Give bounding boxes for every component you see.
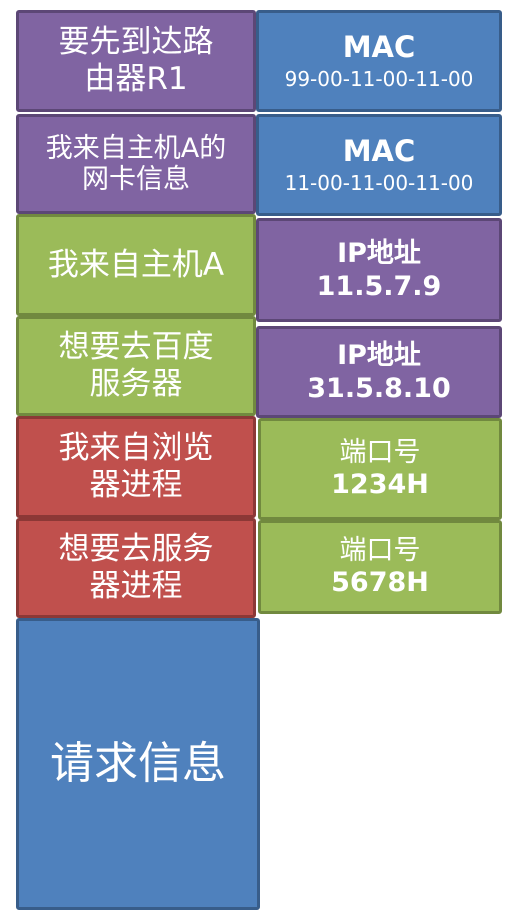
host-mac-box: MAC 11-00-11-00-11-00 [256, 114, 502, 216]
destination-ip-label: IP地址 [337, 340, 421, 371]
destination-server-box: 想要去百度 服务器 [16, 316, 256, 416]
destination-server-text: 想要去百度 服务器 [58, 329, 214, 402]
source-host-box: 我来自主机A [16, 214, 256, 316]
router-mac-value: 99-00-11-00-11-00 [284, 67, 474, 91]
source-browser-process-text: 我来自浏览 器进程 [58, 430, 214, 503]
destination-port-label: 端口号 [339, 535, 421, 566]
router-destination-box: 要先到达路 由器R1 [16, 10, 256, 112]
host-mac-value: 11-00-11-00-11-00 [284, 171, 474, 195]
destination-ip-value: 31.5.8.10 [307, 373, 451, 404]
destination-server-process-box: 想要去服务 器进程 [16, 518, 256, 618]
destination-port-value: 5678H [331, 567, 429, 598]
source-port-label: 端口号 [339, 437, 421, 468]
destination-server-process-text: 想要去服务 器进程 [58, 531, 214, 604]
router-mac-label: MAC [342, 30, 416, 64]
router-mac-box: MAC 99-00-11-00-11-00 [256, 10, 502, 112]
source-ip-box: IP地址 11.5.7.9 [256, 218, 502, 322]
request-info-text: 请求信息 [50, 738, 226, 789]
source-browser-process-box: 我来自浏览 器进程 [16, 416, 256, 518]
source-port-value: 1234H [331, 469, 429, 500]
source-ip-label: IP地址 [337, 238, 421, 269]
request-info-box: 请求信息 [16, 618, 260, 910]
source-port-box: 端口号 1234H [258, 418, 502, 520]
source-nic-box: 我来自主机A的 网卡信息 [16, 114, 256, 214]
destination-port-box: 端口号 5678H [258, 520, 502, 614]
source-ip-value: 11.5.7.9 [316, 271, 442, 302]
host-mac-label: MAC [342, 134, 416, 168]
router-destination-text: 要先到达路 由器R1 [58, 24, 214, 97]
destination-ip-box: IP地址 31.5.8.10 [256, 326, 502, 418]
source-host-text: 我来自主机A [47, 246, 225, 283]
source-nic-text: 我来自主机A的 网卡信息 [45, 133, 227, 195]
